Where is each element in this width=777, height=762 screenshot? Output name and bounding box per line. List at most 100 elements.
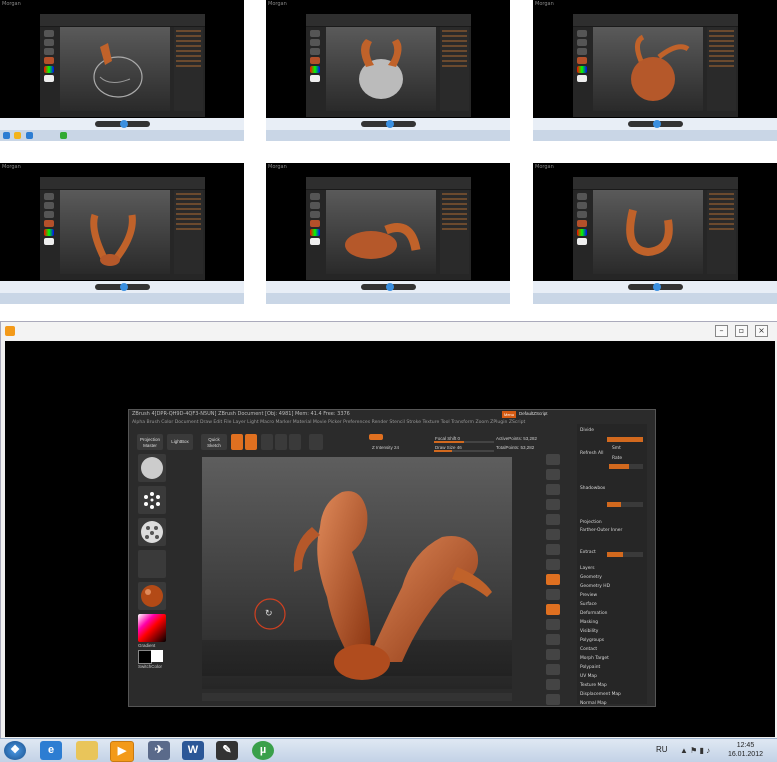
zbrush-menu-bar[interactable]: Alpha Brush Color Document Draw Edit Fil… [132, 420, 525, 425]
thumb-left-tools [575, 191, 589, 271]
switch-color-swatch[interactable] [138, 650, 152, 664]
draw-button[interactable] [245, 434, 257, 450]
app-icon-black[interactable]: ✎ [216, 741, 238, 760]
player-controls[interactable] [266, 118, 510, 130]
focal-shift-slider[interactable] [434, 441, 494, 443]
utorrent-icon[interactable]: µ [252, 741, 274, 760]
thumb-canvas [593, 190, 703, 274]
horns-model [90, 213, 136, 266]
thumb-left-tools [575, 28, 589, 108]
color-picker[interactable] [138, 614, 166, 642]
stroke-selector[interactable] [138, 486, 166, 514]
panel-item-polygroups[interactable]: Polygroups [580, 638, 604, 643]
panel-item-displacement-map[interactable]: Displacement Map [580, 692, 621, 697]
texture-selector[interactable] [138, 550, 166, 578]
panel-item-texture-map[interactable]: Texture Map [580, 683, 607, 688]
resolution-slider[interactable] [607, 502, 643, 507]
alpha-selector[interactable] [138, 518, 166, 546]
draw-size-slider[interactable] [434, 450, 494, 452]
maximize-button[interactable]: ▫ [735, 325, 748, 337]
scale-button[interactable] [275, 434, 287, 450]
move-button[interactable] [261, 434, 273, 450]
zadd-button[interactable] [369, 434, 383, 440]
projection-master-button[interactable]: Projection Master [137, 434, 163, 450]
thumb-taskbar [0, 293, 244, 304]
player-controls[interactable] [533, 118, 777, 130]
right-shelf[interactable] [546, 454, 562, 709]
scroll-button [546, 484, 560, 495]
switch-color-swatch-2[interactable] [151, 650, 163, 662]
shadowbox-button[interactable]: Shadowbox [580, 486, 605, 491]
panel-item-deformation[interactable]: Deformation [580, 611, 607, 616]
player-controls[interactable] [266, 281, 510, 293]
player-controls[interactable] [0, 118, 244, 130]
lightbox-button[interactable]: LightBox [167, 434, 193, 450]
video-thumbnail-4[interactable]: Morgan [0, 163, 244, 304]
thumb-toolbar [573, 177, 738, 190]
subd-slider[interactable] [609, 464, 643, 469]
farther-outer-inner-label[interactable]: Farther-Outer Inner [580, 528, 622, 533]
video-frame[interactable]: ZBrush 4[DPR-QH9D-4QF3-N5UN] ZBrush Docu… [5, 341, 775, 737]
viewport-bottom-bar [202, 693, 512, 701]
player-controls[interactable] [533, 281, 777, 293]
video-thumbnail-2[interactable]: Morgan [266, 0, 510, 141]
panel-item-geometry-hd[interactable]: Geometry HD [580, 584, 610, 589]
panel-item-preview[interactable]: Preview [580, 593, 597, 598]
thumb-right-panel [440, 190, 469, 274]
clock[interactable]: 12:45 16.01.2012 [728, 741, 763, 759]
video-thumbnail-1[interactable]: Morgan [0, 0, 244, 141]
panel-item-contact[interactable]: Contact [580, 647, 597, 652]
panel-top-label[interactable]: Divide [580, 428, 594, 433]
panel-item-visibility[interactable]: Visibility [580, 629, 598, 634]
internet-explorer-icon[interactable]: e [40, 741, 62, 760]
rotate-cursor-icon: ↻ [265, 608, 273, 618]
rgb-button[interactable] [309, 434, 323, 450]
language-indicator[interactable]: RU [656, 745, 668, 754]
panel-item-surface[interactable]: Surface [580, 602, 597, 607]
media-player-icon[interactable]: ▶ [110, 741, 134, 762]
projection-label[interactable]: Projection [580, 520, 602, 525]
app-icon-figure[interactable]: ✈ [148, 741, 170, 760]
explorer-icon[interactable] [76, 741, 98, 760]
zbrush-title: ZBrush 4[DPR-QH9D-4QF3-N5UN] ZBrush Docu… [132, 411, 350, 417]
thumb-taskbar [0, 130, 244, 141]
quick-sketch-button[interactable]: Quick Sketch [201, 434, 227, 450]
start-button[interactable]: ❖ [4, 741, 26, 760]
panel-item-geometry[interactable]: Geometry [580, 575, 602, 580]
panel-item-masking[interactable]: Masking [580, 620, 598, 625]
refresh-all-button[interactable]: Refresh All [580, 451, 603, 456]
panel-item-morph-target[interactable]: Morph Target [580, 656, 609, 661]
rotate-button[interactable] [289, 434, 301, 450]
thick-slider[interactable] [607, 552, 643, 557]
panel-label-rate[interactable]: Rate [612, 456, 622, 461]
edit-button[interactable] [231, 434, 243, 450]
panel-item-uv-map[interactable]: UV Map [580, 674, 597, 679]
panel-item-normal-map[interactable]: Normal Map [580, 701, 607, 706]
extract-button[interactable]: Extract [580, 550, 596, 555]
player-controls[interactable] [0, 281, 244, 293]
video-thumbnail-3[interactable]: Morgan [533, 0, 777, 141]
z-intensity-label[interactable]: Z Intensity 24 [372, 445, 399, 450]
thumb-toolbar [40, 14, 205, 27]
brush-selector[interactable] [138, 454, 166, 482]
smt-slider[interactable] [607, 437, 643, 442]
video-thumbnail-5[interactable]: Morgan [266, 163, 510, 304]
panel-item-layers[interactable]: Layers [580, 566, 595, 571]
viewport-canvas[interactable]: ↻ [202, 457, 512, 689]
head-horns-model [359, 39, 403, 99]
material-selector[interactable] [138, 582, 166, 610]
clock-date: 16.01.2012 [727, 751, 763, 758]
thumb-right-panel [707, 27, 736, 111]
tray-icons[interactable]: ▲ ⚑ ▮ ♪ [680, 746, 710, 755]
thumb-right-panel [174, 27, 203, 111]
menu-button[interactable]: Menu [502, 411, 516, 418]
close-button[interactable]: × [755, 325, 768, 337]
panel-item-polypaint[interactable]: Polypaint [580, 665, 600, 670]
minimize-button[interactable]: – [715, 325, 728, 337]
word-icon[interactable]: W [182, 741, 204, 760]
move-view-button [546, 634, 560, 645]
thumb-canvas [326, 190, 436, 274]
panel-label-smt[interactable]: Smt [612, 446, 621, 451]
zbrush-thumbnail-ui [306, 177, 471, 280]
video-thumbnail-6[interactable]: Morgan [533, 163, 777, 304]
